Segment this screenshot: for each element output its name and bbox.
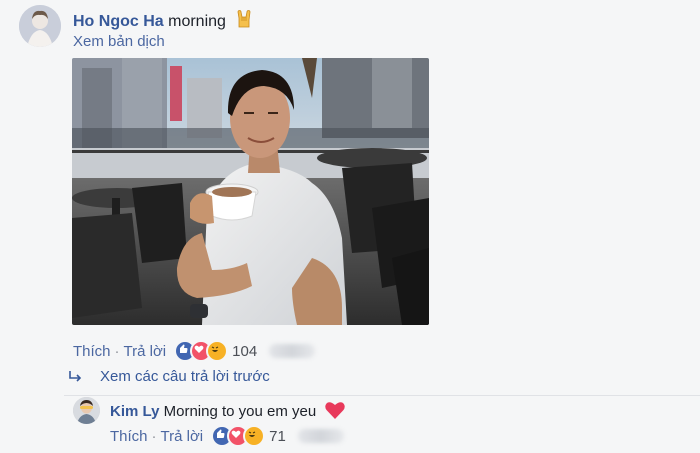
reply-author-name[interactable]: Kim Ly: [110, 403, 159, 420]
reply-arrow-icon: [68, 370, 84, 384]
translate-link[interactable]: Xem bản dịch: [73, 33, 165, 50]
timestamp-blurred: [269, 344, 316, 358]
haha-reaction-icon: [206, 340, 229, 362]
comment-photo[interactable]: [72, 58, 429, 325]
reply-reply-link[interactable]: Trả lời: [161, 428, 204, 445]
reply-link[interactable]: Trả lời: [124, 343, 167, 360]
reply-timestamp-blurred: [297, 429, 344, 443]
reply-like-link[interactable]: Thích: [110, 428, 148, 445]
reply-text: Morning to you em yeu: [163, 403, 317, 420]
reply-reaction-count[interactable]: 71: [269, 428, 286, 445]
separator-dot: ·: [151, 427, 157, 445]
author-avatar[interactable]: [19, 5, 61, 47]
view-previous-replies-label: Xem các câu trả lời trước: [100, 368, 270, 385]
view-previous-replies-link[interactable]: Xem các câu trả lời trước: [68, 368, 270, 385]
reply-author-avatar[interactable]: [73, 397, 100, 424]
reply-reaction-icons[interactable]: [211, 425, 266, 447]
rock-hand-emoji-icon: [234, 9, 254, 29]
reply-divider: [64, 395, 700, 396]
reply-text-line: Kim Ly Morning to you em yeu: [110, 400, 346, 420]
haha-reaction-icon: [243, 425, 266, 447]
reaction-count[interactable]: 104: [232, 343, 257, 360]
like-link[interactable]: Thích: [73, 343, 111, 360]
comment-text-line: Ho Ngoc Ha morning: [73, 9, 254, 31]
reply-actions: Thích · Trả lời 71: [110, 425, 344, 447]
comment-author-name[interactable]: Ho Ngoc Ha: [73, 13, 164, 30]
separator-dot: ·: [114, 342, 120, 360]
heart-emoji-icon: [324, 400, 346, 420]
reaction-icons[interactable]: [174, 340, 229, 362]
comment-actions: Thích · Trả lời 104: [73, 340, 316, 362]
comment-text: morning: [168, 13, 226, 30]
